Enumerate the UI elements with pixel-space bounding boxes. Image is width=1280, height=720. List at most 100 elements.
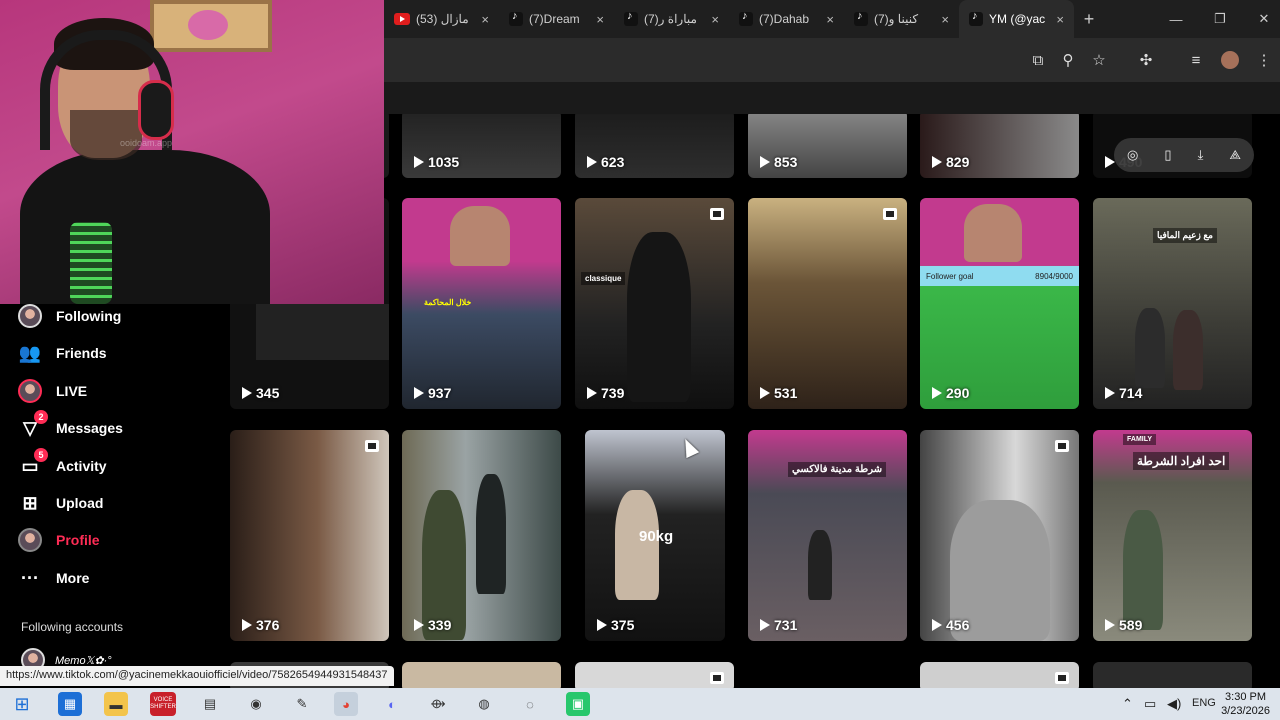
close-tab-icon[interactable]: ×	[941, 12, 949, 27]
browser-tab[interactable]: (7)كنينا و ×	[844, 0, 959, 38]
language-indicator[interactable]: ENG	[1192, 697, 1216, 709]
chrome-icon[interactable]: ◕	[334, 692, 358, 716]
video-card[interactable]	[1093, 662, 1252, 688]
sidebar-item-live[interactable]: LIVE	[18, 379, 87, 403]
extensions-icon[interactable]: ✣	[1134, 48, 1158, 72]
sidebar-item-upload[interactable]: ⊞ Upload	[18, 491, 103, 515]
minimize-button[interactable]: —	[1154, 0, 1198, 38]
close-tab-icon[interactable]: ×	[481, 12, 489, 27]
video-card[interactable]: 853	[748, 114, 907, 178]
browser-tab[interactable]: (7)Dream ×	[499, 0, 614, 38]
photo-carousel-icon	[365, 440, 379, 452]
video-grid: 1035 623 853 829 490 345 خلال المحاكمة 9…	[230, 114, 1280, 688]
video-card[interactable]: 531	[748, 198, 907, 409]
tiktok-icon	[739, 10, 753, 26]
maximize-button[interactable]: ❐	[1198, 0, 1242, 38]
paint-icon[interactable]: ✎	[290, 692, 314, 716]
windows-start-icon[interactable]: ⊞	[10, 692, 34, 716]
show-hidden-icons[interactable]: ⌃	[1122, 696, 1133, 712]
video-card[interactable]: شرطة مدينة فالاكسي 731	[748, 430, 907, 641]
browser-tab-active[interactable]: YM (@yac ×	[959, 0, 1074, 38]
audio-app-icon[interactable]: ◍	[472, 692, 496, 716]
obs-icon[interactable]: ◉	[244, 692, 268, 716]
browser-tab[interactable]: (7)Dahab ×	[729, 0, 844, 38]
video-card[interactable]	[575, 662, 734, 688]
video-card[interactable]: 90kg 375	[585, 430, 725, 641]
media-controls-icon[interactable]: ≡	[1184, 48, 1208, 72]
video-card[interactable]: خلال المحاكمة 937	[402, 198, 561, 409]
phone-icon[interactable]: ▯	[1164, 147, 1171, 163]
sidebar-item-messages[interactable]: ▽ 2 Messages	[18, 410, 123, 440]
video-card[interactable]: 623	[575, 114, 734, 178]
close-tab-icon[interactable]: ×	[711, 12, 719, 27]
file-explorer-icon[interactable]: ▬	[104, 692, 128, 716]
volume-icon[interactable]: ◀)	[1167, 696, 1181, 712]
network-icon[interactable]: ▭	[1144, 696, 1156, 712]
picture-in-picture-icon[interactable]: ◎	[1127, 147, 1138, 163]
download-icon[interactable]: ⤓	[1198, 147, 1204, 163]
play-icon	[760, 387, 770, 399]
sidebar-item-following[interactable]: Following	[18, 304, 121, 328]
windows-taskbar: ⊞ ▦ ▬ VOICE SHIFTER ▤ ◉ ✎ ◕ ◐ ⟴ ◍ ◌ ▣ ⌃ …	[0, 688, 1280, 720]
video-card[interactable]: Follower goal 8904/9000 290	[920, 198, 1079, 409]
sidebar-item-label: LIVE	[56, 383, 88, 399]
sidebar-item-label: More	[56, 570, 90, 586]
video-card[interactable]: classique 739	[575, 198, 734, 409]
browser-tab[interactable]: (53) مازال ×	[384, 0, 499, 38]
app-icon[interactable]: ◌	[518, 692, 542, 716]
video-card[interactable]: 456	[920, 430, 1079, 641]
profile-avatar-icon[interactable]	[1218, 48, 1242, 72]
browser-toolbar: ⧉ ⚲ ☆ ✣ ≡ ⋮	[384, 38, 1280, 82]
system-clock[interactable]: 3:30 PM 3/23/2026	[1221, 690, 1270, 718]
video-card[interactable]: مع زعيم المافيا 714	[1093, 198, 1252, 409]
game-icon[interactable]: ⟴	[426, 692, 450, 716]
messages-icon: ▽ 2	[18, 410, 48, 440]
view-count: 731	[760, 617, 797, 633]
sidebar-item-friends[interactable]: 👥 Friends	[18, 341, 107, 365]
window-close-button[interactable]: ✕	[1242, 0, 1280, 38]
photo-carousel-icon	[883, 208, 897, 220]
menu-icon[interactable]: ⋮	[1252, 48, 1276, 72]
video-caption: مع زعيم المافيا	[1153, 228, 1217, 243]
zoom-icon[interactable]: ⚲	[1056, 48, 1080, 72]
view-count: 623	[587, 154, 624, 170]
sidebar-item-label: Friends	[56, 345, 107, 361]
video-card[interactable]: 376	[230, 430, 389, 641]
notepad-icon[interactable]: ▤	[198, 692, 222, 716]
video-card[interactable]	[402, 662, 561, 688]
sidebar-nav: Following 👥 Friends LIVE ▽ 2 Messages ▭ 5 …	[0, 304, 230, 688]
new-tab-button[interactable]: +	[1074, 9, 1104, 30]
voice-shifter-icon[interactable]: VOICE SHIFTER	[150, 692, 176, 716]
install-app-icon[interactable]: ⧉	[1026, 48, 1050, 72]
play-icon	[414, 156, 424, 168]
view-count: 1035	[414, 154, 459, 170]
video-card[interactable]: 1035	[402, 114, 561, 178]
bookmark-star-icon[interactable]: ☆	[1087, 48, 1111, 72]
video-card[interactable]	[920, 662, 1079, 688]
video-thumbnail	[450, 206, 510, 266]
android-app-icon[interactable]: ▣	[566, 692, 590, 716]
close-tab-icon[interactable]: ×	[596, 12, 604, 27]
upload-icon: ⊞	[22, 492, 38, 513]
sidebar-item-activity[interactable]: ▭ 5 Activity	[18, 448, 107, 478]
sidebar-item-profile[interactable]: Profile	[18, 528, 100, 552]
video-card[interactable]: احد افراد الشرطة FAMILY 589	[1093, 430, 1252, 641]
browser-tab[interactable]: (7)مباراة ر ×	[614, 0, 729, 38]
discord-icon[interactable]: ◐	[380, 692, 404, 716]
store-icon[interactable]: ▦	[58, 692, 82, 716]
profile-icon	[18, 528, 42, 552]
play-icon	[242, 387, 252, 399]
sidebar-item-label: Profile	[56, 532, 100, 548]
sidebar-item-more[interactable]: ··· More	[18, 566, 89, 590]
video-card[interactable]: 829	[920, 114, 1079, 178]
play-icon	[597, 619, 607, 631]
sidebar-item-label: Messages	[56, 420, 123, 436]
video-card[interactable]: 339	[402, 430, 561, 641]
view-count: 714	[1105, 385, 1142, 401]
close-tab-icon[interactable]: ×	[1056, 12, 1064, 27]
app-logo-icon[interactable]: ⟁	[1229, 147, 1241, 163]
view-count: 739	[587, 385, 624, 401]
microphone-icon	[70, 222, 112, 304]
close-tab-icon[interactable]: ×	[826, 12, 834, 27]
clock-date: 3/23/2026	[1221, 705, 1270, 717]
